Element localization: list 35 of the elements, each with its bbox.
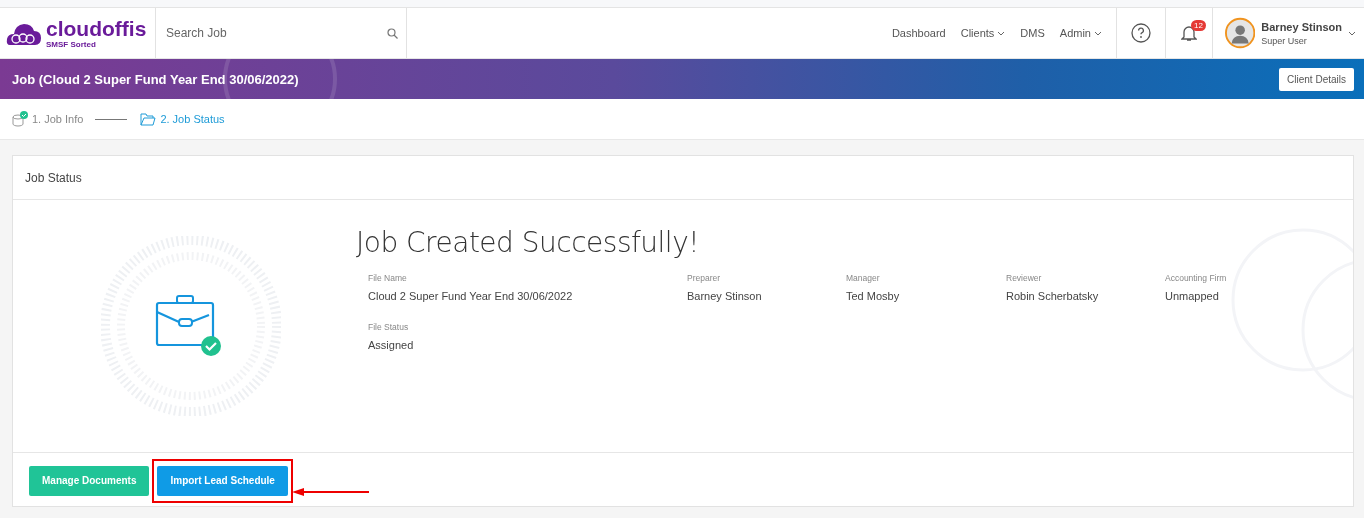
step-tab[interactable]: 1. Job Info [12,111,84,127]
nav-link[interactable]: Admin [1059,27,1102,39]
folder-icon [140,112,157,126]
nav-link[interactable]: Clients [960,27,1006,39]
field-label: Reviewer [1006,273,1043,283]
briefcase-check-icon [100,236,281,416]
coins-icon [12,111,28,127]
user-role: Super User [1261,35,1308,46]
nav-link[interactable]: DMS [1020,27,1045,39]
page-title: Job (Cloud 2 Super Fund Year End 30/06/2022) [12,71,299,87]
chevron-down-icon [1094,30,1102,36]
field-label: File Status [368,322,410,332]
avatar-icon[interactable] [1225,17,1256,49]
field-value: Cloud 2 Super Fund Year End 30/06/2022 [368,290,574,302]
client-details-button[interactable]: Client Details [1279,67,1354,91]
field-label: Preparer [687,273,722,283]
field-label: File Name [368,273,408,283]
logo-name: cloudoffis [46,16,147,40]
field-value: Barney Stinson [687,290,763,302]
field-value: Assigned [368,339,415,351]
success-heading: Job Created Successfully! [356,226,700,259]
nav-link[interactable]: Dashboard [891,27,946,39]
field-label: Accounting Firm [1165,273,1228,283]
logo-tagline: SMSF Sorted [46,39,97,49]
field-value: Ted Mosby [846,290,901,302]
card-title: Job Status [13,156,1353,200]
field-value: Robin Scherbatsky [1006,290,1100,302]
help-icon[interactable] [1131,23,1151,43]
chevron-down-icon [997,30,1006,36]
field-value: Unmapped [1165,290,1220,302]
notification-count: 12 [1191,20,1206,31]
user-name[interactable]: Barney Stinson [1261,20,1342,33]
field-label: Manager [846,273,881,283]
search-icon[interactable] [387,27,398,39]
chevron-down-icon [1348,30,1356,36]
